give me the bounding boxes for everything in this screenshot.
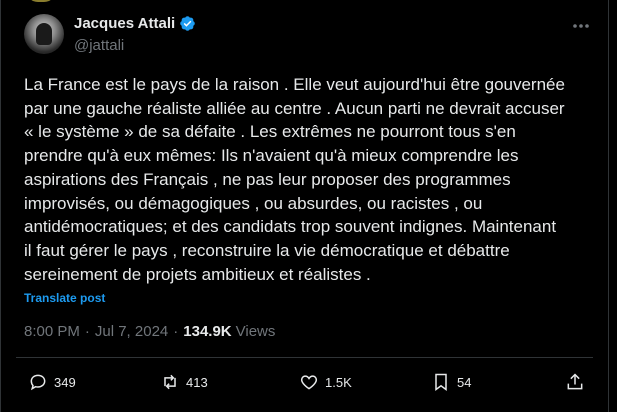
translate-post-link[interactable]: Translate post xyxy=(24,291,105,305)
tweet-time[interactable]: 8:00 PM xyxy=(24,323,80,340)
repost-icon xyxy=(164,374,176,390)
tweet-text: La France est le pays de la raison . Ell… xyxy=(24,75,565,284)
views-count[interactable]: 134.9K xyxy=(183,323,231,340)
avatar-figure xyxy=(36,23,52,45)
thread-connector xyxy=(26,0,56,2)
heart-icon xyxy=(300,375,318,390)
repost-count: 413 xyxy=(186,374,208,390)
tweet-meta: 8:00 PM · Jul 7, 2024 · 134.9K Views xyxy=(24,323,275,340)
left-border xyxy=(0,0,1,412)
meta-separator: · xyxy=(173,323,179,340)
author-display-name[interactable]: Jacques Attali xyxy=(74,15,196,32)
reply-button[interactable]: 349 xyxy=(28,364,76,400)
bookmark-button[interactable]: 54 xyxy=(431,364,471,400)
author-name-text[interactable]: Jacques Attali xyxy=(74,15,175,32)
share-button[interactable] xyxy=(565,364,585,400)
views-label: Views xyxy=(235,323,276,340)
meta-separator: · xyxy=(84,323,90,340)
like-count: 1.5K xyxy=(325,374,352,390)
bookmark-icon xyxy=(435,373,447,391)
like-button[interactable]: 1.5K xyxy=(299,364,352,400)
reply-icon xyxy=(30,374,46,391)
action-bar: 349 413 1.5K 54 xyxy=(16,364,593,400)
avatar[interactable] xyxy=(24,14,64,54)
author-handle[interactable]: @jattali xyxy=(74,37,124,54)
tweet-date[interactable]: Jul 7, 2024 xyxy=(95,323,168,340)
repost-button[interactable]: 413 xyxy=(160,364,208,400)
share-icon xyxy=(567,373,583,390)
bookmark-count: 54 xyxy=(457,374,472,390)
reply-count: 349 xyxy=(54,374,76,390)
more-dots-icon[interactable] xyxy=(571,18,591,34)
right-border xyxy=(608,0,609,412)
divider xyxy=(16,357,593,358)
verified-badge-icon xyxy=(180,16,195,31)
